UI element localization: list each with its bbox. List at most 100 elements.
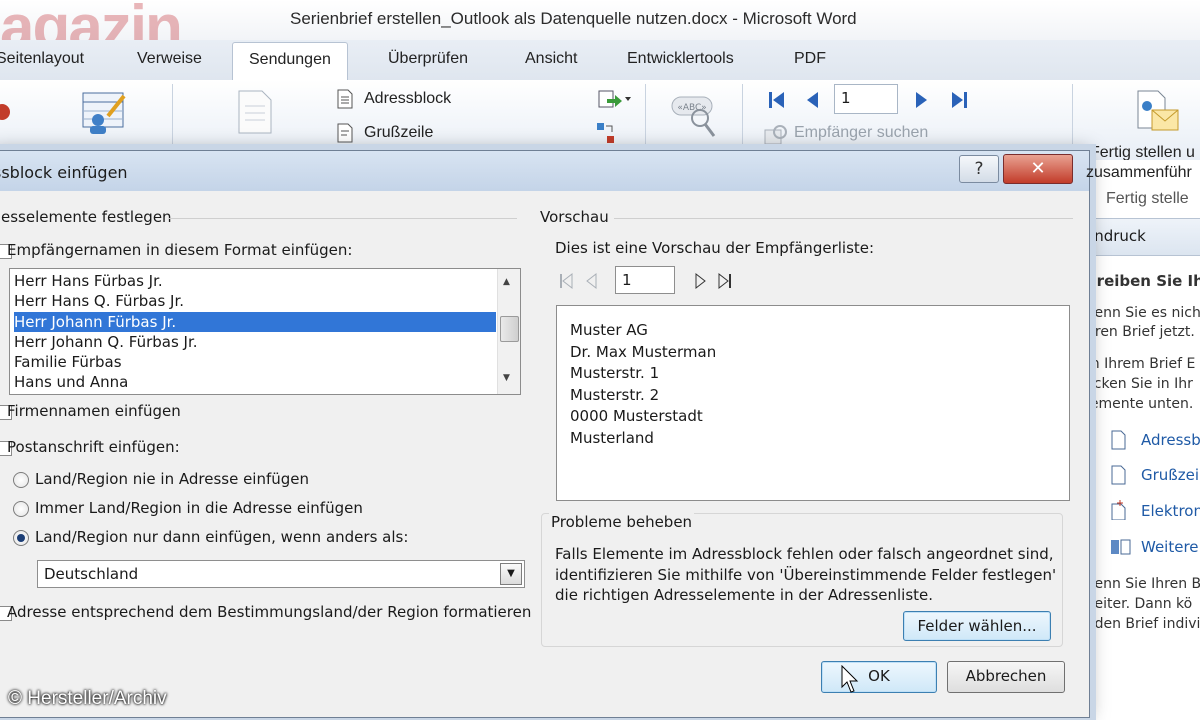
task-pane-text: m Ihrem Brief E (1086, 356, 1196, 372)
greeting-line-button[interactable]: Grußzeile (364, 124, 433, 142)
last-record-icon[interactable] (950, 90, 968, 110)
first-preview-record-icon[interactable] (559, 272, 573, 290)
task-pane-heading: hreiben Sie Ih (1086, 272, 1200, 290)
list-item[interactable]: Herr Hans Q. Fürbas Jr. (14, 291, 496, 311)
svg-text:«ABC»: «ABC» (677, 103, 706, 113)
tab-ansicht[interactable]: Ansicht (525, 50, 577, 68)
tab-pdf[interactable]: PDF (794, 50, 826, 68)
find-recipient-button[interactable]: Empfänger suchen (794, 124, 928, 142)
close-button[interactable]: ✕ (1003, 154, 1073, 184)
preview-line: Muster AG (570, 321, 648, 339)
group-divider (169, 218, 517, 219)
finish-group-label: Fertig stelle (1106, 190, 1189, 207)
first-record-icon[interactable] (768, 90, 786, 110)
preview-results-icon[interactable]: «ABC» (670, 94, 722, 140)
troubleshoot-text: Falls Elemente im Adressblock fehlen ode… (555, 545, 1054, 563)
group-divider (614, 218, 1073, 219)
tab-sendungen[interactable]: Sendungen (232, 42, 348, 80)
task-pane-text: hren Brief jetzt. (1086, 324, 1195, 340)
task-pane-link-grusszeile[interactable]: Grußzeil (1141, 466, 1200, 484)
task-pane-text: eden Brief indivi (1086, 616, 1200, 632)
task-pane-text: Veiter. Dann kö (1086, 596, 1193, 612)
more-items-icon (1111, 539, 1131, 555)
preview-record-input[interactable]: 1 (615, 266, 675, 294)
radio-always-country[interactable] (13, 501, 29, 517)
task-pane-link-weitere[interactable]: Weitere (1141, 538, 1199, 556)
greeting-line-icon[interactable] (336, 123, 354, 143)
task-pane-title: endruck (1085, 227, 1146, 245)
address-block-button[interactable]: Adressblock (364, 90, 451, 108)
list-item[interactable]: Hans und Anna (14, 372, 496, 392)
ribbon-tabs: Seitenlayout Verweise Sendungen Überprüf… (0, 40, 1200, 81)
radio-unless-country-label[interactable]: Land/Region nur dann einfügen, wenn ande… (35, 528, 408, 546)
preview-line: 0000 Musterstadt (570, 407, 703, 425)
recipient-names-checkbox-label[interactable]: Empfängernamen in diesem Format einfügen… (7, 241, 352, 259)
edit-recipients-icon[interactable] (80, 90, 128, 136)
address-preview: Muster AG Dr. Max Musterman Musterstr. 1… (556, 305, 1070, 501)
next-record-icon[interactable] (914, 90, 930, 110)
list-item[interactable]: Familie Fürbas (14, 352, 496, 372)
list-scrollbar[interactable]: ▲ ▼ (497, 269, 520, 394)
find-recipient-icon[interactable] (764, 124, 790, 146)
scroll-thumb[interactable] (500, 316, 519, 342)
company-name-checkbox-label[interactable]: Firmennamen einfügen (7, 402, 181, 420)
radio-never-country-label[interactable]: Land/Region nie in Adresse einfügen (35, 470, 309, 488)
tab-verweise[interactable]: Verweise (137, 50, 202, 68)
scroll-down-icon[interactable]: ▼ (503, 373, 510, 383)
tab-entwicklertools[interactable]: Entwicklertools (627, 50, 734, 68)
record-number-input[interactable]: 1 (834, 84, 898, 114)
greeting-line-icon (1111, 465, 1126, 485)
chevron-down-icon[interactable]: ▼ (500, 563, 522, 585)
choose-fields-button[interactable]: Felder wählen... (903, 611, 1051, 641)
scroll-up-icon[interactable]: ▲ (503, 277, 510, 287)
list-item[interactable]: Herr Johann Q. Fürbas Jr. (14, 332, 496, 352)
preview-line: Musterstr. 1 (570, 364, 660, 382)
match-fields-icon[interactable] (596, 122, 616, 146)
ribbon: Adressblock Grußzeile «ABC» Empfänger su… (0, 80, 1200, 161)
radio-never-country[interactable] (13, 472, 29, 488)
tab-seitenlayout[interactable]: Seitenlayout (0, 50, 84, 68)
dialog-title-bar: ssblock einfügen ? ✕ (0, 151, 1089, 191)
name-format-list[interactable]: Herr Hans Fürbas Jr. Herr Hans Q. Fürbas… (9, 268, 521, 395)
finish-merge-label-2[interactable]: zusammenführ (1086, 164, 1192, 182)
envelope-icon[interactable] (0, 100, 12, 126)
document-icon[interactable] (236, 88, 274, 136)
format-by-country-checkbox-label[interactable]: Adresse entsprechend dem Bestimmungsland… (7, 603, 531, 621)
task-pane-link-elektronisch[interactable]: Elektron (1141, 502, 1200, 520)
ok-button[interactable]: OK (821, 661, 937, 693)
task-pane-text: lemente unten. (1086, 396, 1194, 412)
task-pane-text: Venn Sie es nich (1086, 305, 1200, 321)
insert-address-block-dialog: ssblock einfügen ? ✕ esselemente festleg… (0, 150, 1090, 718)
task-pane-text: Venn Sie Ihren B (1086, 576, 1200, 592)
troubleshoot-text: identifizieren Sie mithilfe von 'Überein… (555, 566, 1057, 584)
task-pane-link-adressblock[interactable]: Adressb (1141, 431, 1200, 449)
insert-field-icon[interactable] (598, 89, 632, 111)
tab-ueberpruefen[interactable]: Überprüfen (388, 50, 468, 68)
list-item-selected[interactable]: Herr Johann Fürbas Jr. (14, 312, 496, 332)
help-button[interactable]: ? (959, 155, 999, 183)
cancel-button[interactable]: Abbrechen (947, 661, 1065, 693)
next-preview-record-icon[interactable] (695, 272, 707, 290)
address-block-icon[interactable] (336, 89, 354, 109)
radio-unless-country[interactable] (13, 530, 29, 546)
address-elements-group-title: esselemente festlegen (1, 208, 172, 226)
task-pane-text: licken Sie in Ihr (1086, 376, 1193, 392)
title-bar: agazin Serienbrief erstellen_Outlook als… (0, 0, 1200, 62)
dialog-title: ssblock einfügen (0, 163, 128, 182)
country-dropdown[interactable]: Deutschland ▼ (37, 560, 525, 588)
finish-merge-icon[interactable] (1132, 88, 1182, 136)
window-title: Serienbrief erstellen_Outlook als Datenq… (290, 9, 857, 28)
address-block-icon (1111, 430, 1126, 450)
preview-group-title: Vorschau (540, 208, 609, 226)
preview-line: Musterland (570, 429, 654, 447)
preview-line: Dr. Max Musterman (570, 343, 717, 361)
previous-preview-record-icon[interactable] (585, 272, 597, 290)
radio-always-country-label[interactable]: Immer Land/Region in die Adresse einfüge… (35, 499, 363, 517)
list-item[interactable]: Herr Hans Fürbas Jr. (14, 271, 496, 291)
previous-record-icon[interactable] (804, 90, 820, 110)
last-preview-record-icon[interactable] (718, 272, 732, 290)
preview-intro: Dies ist eine Vorschau der Empfängerlist… (555, 239, 875, 257)
copyright-notice: © Hersteller/Archiv (8, 688, 167, 709)
task-pane-header: endruck (1075, 218, 1200, 256)
postal-address-checkbox-label[interactable]: Postanschrift einfügen: (7, 438, 180, 456)
